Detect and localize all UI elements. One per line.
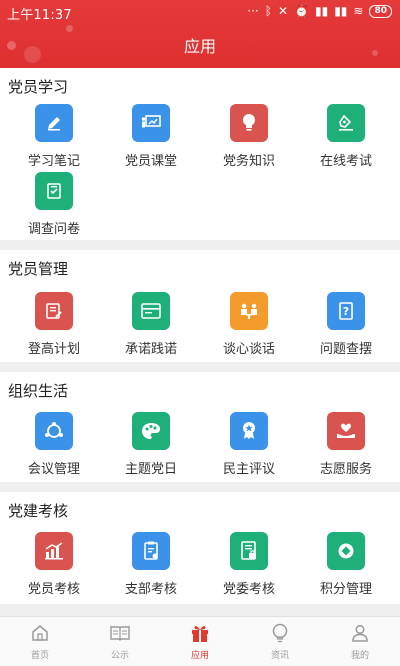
item-label: 承诺践诺 <box>124 342 177 357</box>
decor-bubble <box>66 25 73 32</box>
nav-news[interactable]: 资讯 <box>250 622 310 661</box>
medal-icon <box>230 412 268 450</box>
question-icon: ? <box>327 292 365 330</box>
book-icon <box>90 622 150 644</box>
item-label: 谈心谈话 <box>222 342 275 357</box>
status-bar: 上午11:37 ··· ᛒ ✕ ⏰ ▮▮ ▮▮ ≋ 80 <box>0 0 400 24</box>
app-header: 上午11:37 ··· ᛒ ✕ ⏰ ▮▮ ▮▮ ≋ 80 应用 <box>0 0 400 68</box>
mute-icon: ✕ <box>277 4 289 18</box>
section-title: 党建考核 <box>8 502 69 520</box>
item-label: 支部考核 <box>124 582 177 597</box>
status-time: 上午11:37 <box>7 8 72 23</box>
item-label: 党务知识 <box>222 154 275 169</box>
item-label: 民主评议 <box>222 462 275 477</box>
pencil-icon <box>35 104 73 142</box>
heart-hand-icon <box>327 412 365 450</box>
survey-icon <box>35 172 73 210</box>
app-online-exam[interactable]: 在线考试 <box>306 104 386 169</box>
nav-label: 资讯 <box>270 651 289 661</box>
bluetooth-icon: ᛒ <box>264 4 272 18</box>
lightbulb-icon <box>230 104 268 142</box>
battery-icon: 80 <box>369 4 392 18</box>
more-dots-icon: ··· <box>247 4 259 18</box>
app-democratic-review[interactable]: 民主评议 <box>209 412 289 477</box>
item-label: 党员考核 <box>27 582 80 597</box>
section-organization-life: 组织生活 会议管理 主题党日 民主评议 志愿服务 <box>0 372 400 482</box>
app-problem-check[interactable]: ? 问题查摆 <box>306 292 386 357</box>
nav-announcement[interactable]: 公示 <box>90 622 150 661</box>
section-title: 组织生活 <box>8 382 69 400</box>
app-climb-plan[interactable]: 登高计划 <box>14 292 94 357</box>
status-icons: ··· ᛒ ✕ ⏰ ▮▮ ▮▮ ≋ 80 <box>247 4 392 18</box>
nav-apps[interactable]: 应用 <box>170 622 230 661</box>
item-label: 志愿服务 <box>319 462 372 477</box>
svg-text:?: ? <box>343 305 349 318</box>
app-points-management[interactable]: 积分管理 <box>306 532 386 597</box>
nav-home[interactable]: 首页 <box>10 622 70 661</box>
bottom-nav: 首页 公示 应用 资讯 我的 <box>0 616 400 666</box>
pen-exam-icon <box>327 104 365 142</box>
home-icon <box>10 622 70 644</box>
page-title: 应用 <box>183 37 216 56</box>
alarm-icon: ⏰ <box>294 4 309 18</box>
app-heart-talk[interactable]: 谈心谈话 <box>209 292 289 357</box>
nav-label: 应用 <box>190 651 209 661</box>
app-party-knowledge[interactable]: 党务知识 <box>209 104 289 169</box>
app-branch-assessment[interactable]: 支部考核 <box>111 532 191 597</box>
clipboard-icon <box>132 532 170 570</box>
section-title: 党员学习 <box>8 78 69 96</box>
plan-icon <box>35 292 73 330</box>
nav-label: 首页 <box>30 651 49 661</box>
nav-label: 我的 <box>350 651 369 661</box>
item-label: 问题查摆 <box>319 342 372 357</box>
app-volunteer-service[interactable]: 志愿服务 <box>306 412 386 477</box>
nav-label: 公示 <box>110 651 129 661</box>
gift-icon <box>170 622 230 644</box>
section-party-assessment: 党建考核 党员考核 支部考核 党委考核 积分管理 <box>0 492 400 604</box>
item-label: 党委考核 <box>222 582 275 597</box>
item-label: 会议管理 <box>27 462 80 477</box>
section-title: 党员管理 <box>8 260 69 278</box>
card-icon <box>132 292 170 330</box>
signal-icon: ▮▮ <box>314 4 329 18</box>
app-member-assessment[interactable]: 党员考核 <box>14 532 94 597</box>
palette-icon <box>132 412 170 450</box>
app-party-class[interactable]: 党员课堂 <box>111 104 191 169</box>
talk-icon <box>230 292 268 330</box>
app-committee-assessment[interactable]: 党委考核 <box>209 532 289 597</box>
app-commitment[interactable]: 承诺践诺 <box>111 292 191 357</box>
item-label: 登高计划 <box>27 342 80 357</box>
section-party-management: 党员管理 登高计划 承诺践诺 谈心谈话 ? 问题查摆 <box>0 250 400 362</box>
coin-icon <box>327 532 365 570</box>
wifi-icon: ≋ <box>353 4 364 18</box>
classroom-icon <box>132 104 170 142</box>
app-study-notes[interactable]: 学习笔记 <box>14 104 94 169</box>
user-icon <box>330 622 390 644</box>
item-label: 在线考试 <box>319 154 372 169</box>
section-party-study: 党员学习 学习笔记 党员课堂 党务知识 在线考试 调查问卷 <box>0 68 400 240</box>
item-label: 积分管理 <box>319 582 372 597</box>
app-theme-party-day[interactable]: 主题党日 <box>111 412 191 477</box>
signal-icon: ▮▮ <box>334 4 348 18</box>
item-label: 调查问卷 <box>27 222 80 237</box>
nav-profile[interactable]: 我的 <box>330 622 390 661</box>
doc-lock-icon <box>230 532 268 570</box>
bulb-outline-icon <box>250 622 310 644</box>
bar-chart-icon <box>35 532 73 570</box>
meeting-icon <box>35 412 73 450</box>
item-label: 主题党日 <box>124 462 177 477</box>
item-label: 学习笔记 <box>27 154 80 169</box>
app-meeting-management[interactable]: 会议管理 <box>14 412 94 477</box>
item-label: 党员课堂 <box>124 154 177 169</box>
app-survey[interactable]: 调查问卷 <box>14 172 94 237</box>
